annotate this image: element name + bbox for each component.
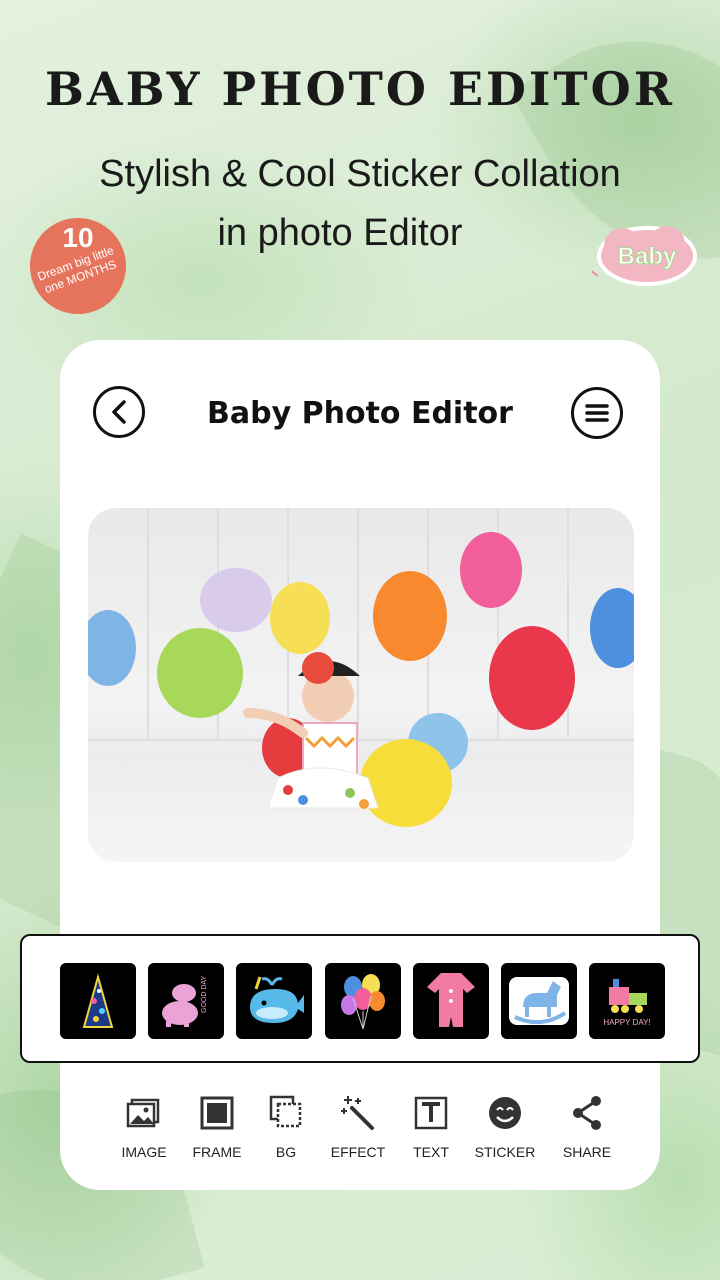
image-icon bbox=[126, 1098, 160, 1128]
rocking-horse-sticker[interactable] bbox=[501, 963, 577, 1039]
toy-train-icon: HAPPY DAY! bbox=[603, 979, 651, 1027]
text-icon bbox=[414, 1096, 448, 1130]
effect-tool-label: EFFECT bbox=[330, 1144, 386, 1160]
editor-title: Baby Photo Editor bbox=[207, 396, 513, 431]
elephants-icon: GOOD DAY bbox=[162, 975, 208, 1027]
frame-icon bbox=[200, 1096, 234, 1130]
back-button[interactable] bbox=[93, 386, 145, 438]
image-tool-label: IMAGE bbox=[121, 1144, 167, 1160]
months-badge: 10 Dream big little one MONTHS bbox=[30, 218, 126, 314]
frame-tool-button[interactable]: FRAME bbox=[177, 1094, 257, 1160]
sticker-strip: GOOD DAY HAPPY DAY! bbox=[20, 934, 700, 1063]
image-tool-button[interactable]: IMAGE bbox=[104, 1094, 184, 1160]
sticker-tool-button[interactable]: STICKER bbox=[465, 1094, 545, 1160]
share-tool-button[interactable]: SHARE bbox=[547, 1094, 627, 1160]
whale-icon bbox=[250, 976, 304, 1023]
text-tool-button[interactable]: TEXT bbox=[391, 1094, 471, 1160]
toy-train-sticker-text: HAPPY DAY! bbox=[603, 1018, 650, 1027]
bg-tool-label: BG bbox=[275, 1144, 297, 1160]
party-hat-sticker[interactable] bbox=[60, 963, 136, 1039]
toy-train-sticker[interactable]: HAPPY DAY! bbox=[589, 963, 665, 1039]
elephants-sticker-text: GOOD DAY bbox=[201, 975, 208, 1013]
effect-tool-button[interactable]: EFFECT bbox=[318, 1094, 398, 1160]
whale-sticker[interactable] bbox=[236, 963, 312, 1039]
share-tool-label: SHARE bbox=[562, 1144, 612, 1160]
hero-subtitle-line1: Stylish & Cool Sticker Collation bbox=[99, 153, 621, 195]
hero-title: BABY PHOTO EDITOR bbox=[45, 62, 675, 116]
balloons-sticker[interactable] bbox=[325, 963, 401, 1039]
photo-preview[interactable] bbox=[88, 508, 634, 862]
magic-wand-icon bbox=[341, 1096, 374, 1130]
onesie-icon bbox=[427, 973, 475, 1027]
back-arrow-icon bbox=[112, 400, 126, 424]
background-icon bbox=[269, 1095, 302, 1128]
menu-lines-icon bbox=[585, 404, 609, 422]
menu-button[interactable] bbox=[571, 387, 623, 439]
text-tool-label: TEXT bbox=[413, 1144, 449, 1160]
frame-tool-label: FRAME bbox=[192, 1144, 242, 1160]
baby-balloons-photo bbox=[88, 508, 634, 827]
share-icon bbox=[573, 1096, 601, 1130]
balloons-icon bbox=[341, 974, 385, 1030]
bg-tool-button[interactable]: BG bbox=[246, 1094, 326, 1160]
party-hat-icon bbox=[82, 973, 114, 1028]
baby-onesie-sticker[interactable] bbox=[413, 963, 489, 1039]
elephants-sticker[interactable]: GOOD DAY bbox=[148, 963, 224, 1039]
baby-cloud-text: Baby bbox=[618, 243, 677, 270]
baby-cloud-sticker: Baby bbox=[581, 216, 702, 296]
rocking-horse-icon bbox=[509, 977, 569, 1025]
smiley-sticker-icon bbox=[489, 1097, 521, 1129]
sticker-tool-label: STICKER bbox=[474, 1144, 536, 1160]
